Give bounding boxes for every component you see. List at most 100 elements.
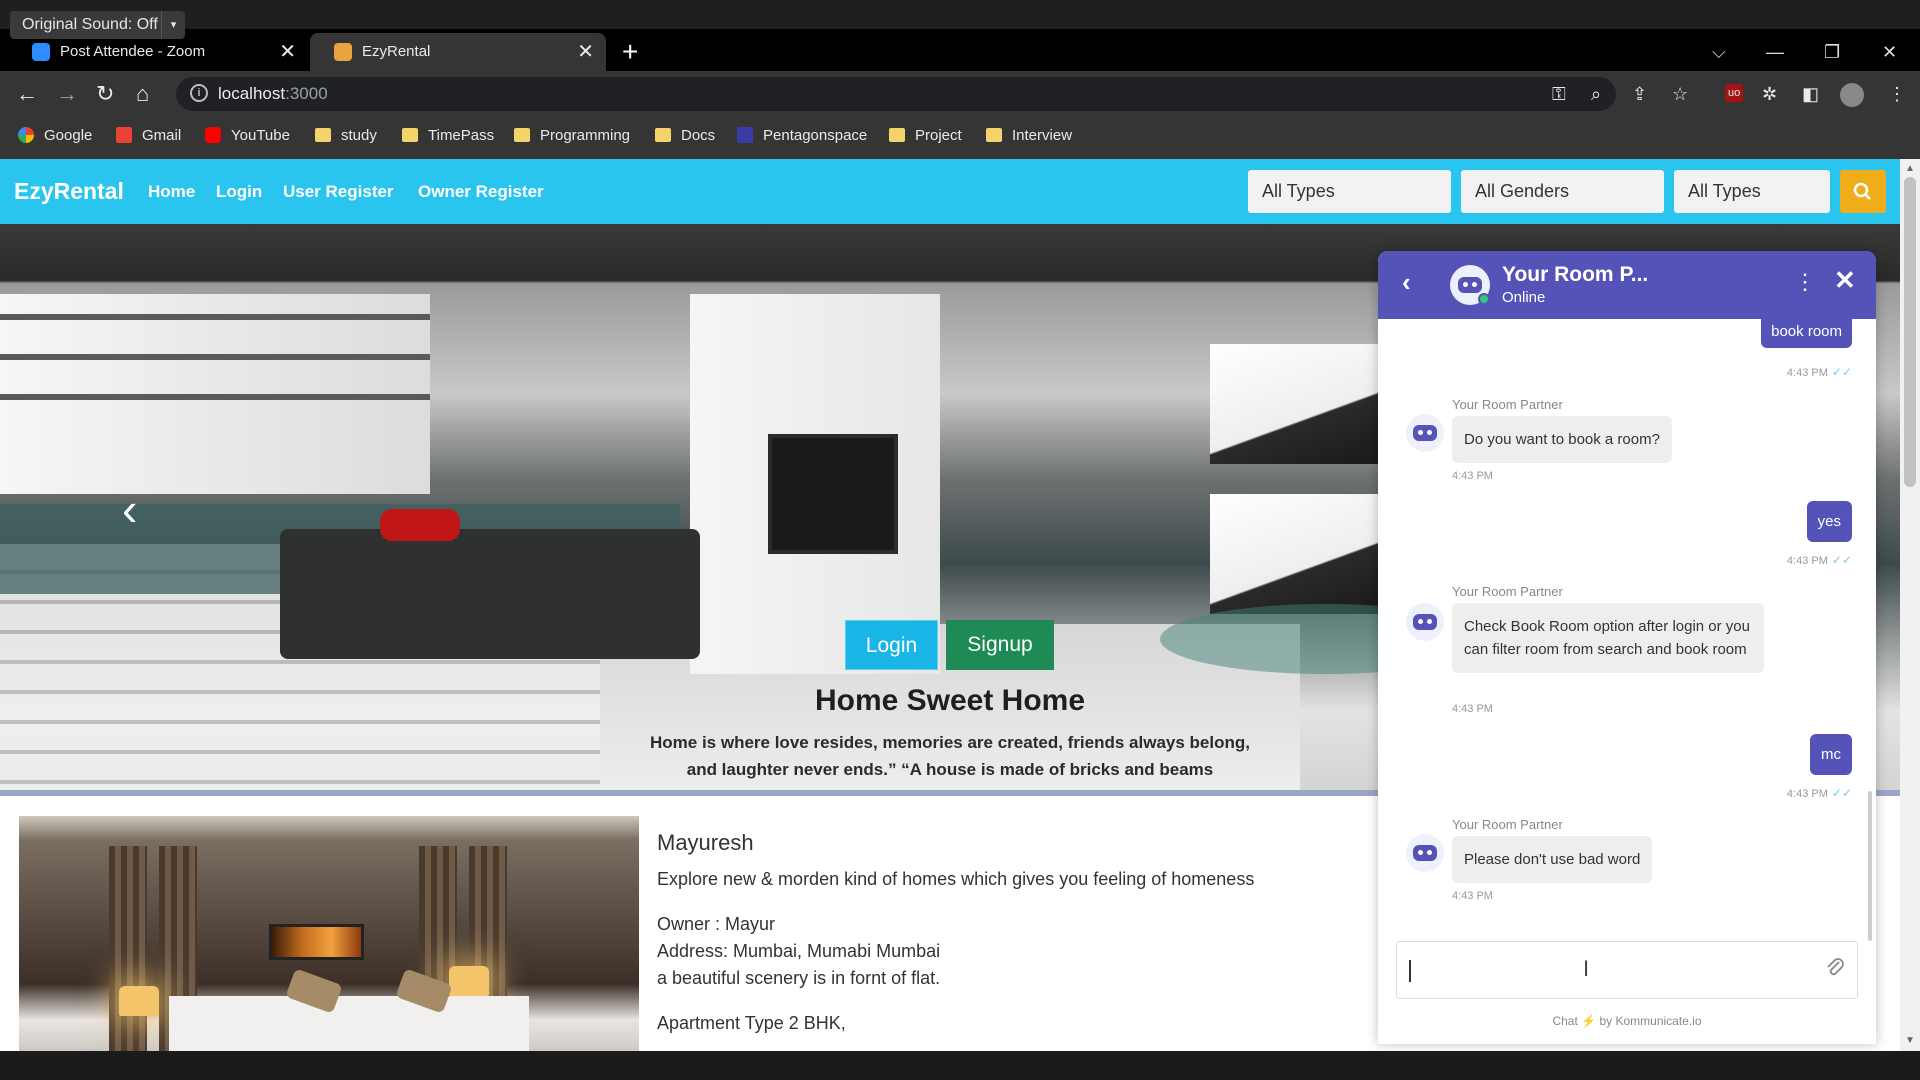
nav-owner-register[interactable]: Owner Register — [418, 159, 544, 224]
bookmark-folder-project[interactable]: Project — [889, 117, 962, 155]
reload-icon[interactable]: ↻ — [96, 71, 114, 117]
nav-user-register[interactable]: User Register — [283, 159, 394, 224]
close-tab-icon[interactable]: ✕ — [279, 33, 296, 71]
forward-icon[interactable]: → — [56, 71, 78, 117]
bot-face-icon — [1458, 277, 1482, 293]
browser-tab-strip: Post Attendee - Zoom ✕ EzyRental ✕ + ⌵ —… — [0, 29, 1920, 71]
message-time: 4:43 PM — [1452, 470, 1493, 482]
ublock-icon[interactable]: uo — [1725, 84, 1744, 102]
scroll-up-icon[interactable]: ▲ — [1905, 163, 1915, 174]
bookmark-gmail[interactable]: Gmail — [116, 117, 181, 155]
search-button[interactable] — [1840, 170, 1886, 213]
online-indicator — [1478, 293, 1490, 305]
user-message: yes — [1806, 501, 1852, 542]
back-icon[interactable]: ← — [16, 71, 38, 117]
password-key-icon[interactable]: ⚿ — [1552, 82, 1566, 106]
bot-eye — [1427, 430, 1432, 435]
bot-sender-name: Your Room Partner — [1452, 817, 1563, 832]
chat-close-icon[interactable]: ✕ — [1834, 265, 1856, 296]
scrollbar-thumb[interactable] — [1904, 177, 1916, 487]
type-filter-select[interactable]: All Types — [1248, 170, 1451, 213]
bookmark-star-icon[interactable]: ☆ — [1672, 82, 1688, 106]
folder-icon — [402, 127, 418, 142]
zoom-icon[interactable]: ⌕ — [1591, 82, 1601, 106]
nav-login[interactable]: Login — [216, 159, 262, 224]
listing-apartment-type: Apartment Type 2 BHK, — [657, 1013, 846, 1033]
share-icon[interactable]: ⇪ — [1632, 82, 1647, 106]
site-navbar: EzyRental Home Login User Register Owner… — [0, 159, 1900, 224]
original-sound-toggle[interactable]: Original Sound: Off ▾ — [10, 11, 185, 39]
hero-login-button[interactable]: Login — [845, 620, 938, 670]
blind-slat — [0, 354, 430, 360]
time-label: 4:43 PM — [1786, 555, 1828, 567]
bookmark-pentagonspace[interactable]: Pentagonspace — [737, 117, 867, 155]
bookmark-folder-docs[interactable]: Docs — [655, 117, 715, 155]
user-message: mc — [1810, 734, 1852, 775]
room-type-filter-select[interactable]: All Types — [1674, 170, 1830, 213]
blind-slat — [0, 394, 430, 400]
brand-logo[interactable]: EzyRental — [14, 159, 124, 224]
read-ticks-icon: ✓✓ — [1831, 553, 1852, 567]
bookmark-label: Gmail — [142, 127, 182, 144]
bookmark-google[interactable]: Google — [18, 117, 92, 155]
site-info-icon[interactable]: i — [190, 84, 208, 102]
bookmarks-bar: Google Gmail YouTube study TimePass Prog… — [0, 117, 1920, 159]
tab-search-icon[interactable]: ⌵ — [1712, 33, 1726, 71]
bookmark-label: Programming — [540, 127, 631, 144]
user-message: book room — [1761, 315, 1852, 348]
close-tab-icon[interactable]: ✕ — [577, 33, 594, 71]
bookmark-label: Docs — [681, 127, 716, 144]
listing-room-image[interactable] — [19, 816, 639, 1051]
chat-message-input[interactable]: I — [1396, 941, 1858, 999]
nav-home[interactable]: Home — [148, 159, 195, 224]
scroll-down-icon[interactable]: ▼ — [1905, 1035, 1915, 1046]
hero-signup-button[interactable]: Signup — [946, 620, 1054, 670]
blind-slat — [0, 314, 430, 320]
tab-ezyrental[interactable]: EzyRental ✕ — [310, 33, 606, 71]
page-scrollbar[interactable]: ▲ ▼ — [1900, 159, 1920, 1051]
address-bar[interactable]: i localhost:3000 — [176, 77, 1616, 111]
restore-button[interactable]: ❐ — [1824, 33, 1840, 71]
bot-message: Do you want to book a room? — [1452, 416, 1672, 463]
bookmark-label: Google — [44, 127, 93, 144]
gender-filter-select[interactable]: All Genders — [1461, 170, 1664, 213]
message-time: 4:43 PM ✓✓ — [1787, 365, 1852, 379]
bookmark-youtube[interactable]: YouTube — [205, 117, 290, 155]
bookmark-label: Pentagonspace — [763, 127, 868, 144]
bot-eye — [1463, 282, 1468, 287]
new-tab-button[interactable]: + — [622, 33, 638, 71]
message-time: 4:43 PM ✓✓ — [1787, 786, 1852, 800]
bookmark-folder-study[interactable]: study — [315, 117, 377, 155]
hero-pillow-image — [380, 509, 460, 541]
sound-dropdown-caret-icon[interactable]: ▾ — [161, 11, 185, 39]
wall-panel — [109, 846, 147, 1051]
paperclip-icon[interactable] — [1825, 956, 1845, 986]
powered-by: Chat ⚡ by Kommunicate.io — [1378, 1014, 1876, 1028]
home-icon[interactable]: ⌂ — [136, 71, 149, 117]
powered-by-link[interactable]: by Kommunicate.io — [1599, 1014, 1701, 1028]
folder-icon — [315, 127, 331, 142]
side-panel-icon[interactable]: ◧ — [1802, 82, 1819, 106]
chat-back-icon[interactable]: ‹ — [1402, 265, 1411, 299]
bookmark-folder-timepass[interactable]: TimePass — [402, 117, 494, 155]
gmail-icon — [116, 126, 132, 143]
browser-menu-icon[interactable]: ⋮ — [1888, 82, 1906, 106]
minimize-button[interactable]: — — [1766, 33, 1784, 71]
lamp-image — [449, 966, 489, 996]
profile-avatar[interactable] — [1840, 83, 1864, 107]
chat-menu-icon[interactable]: ⋮ — [1794, 269, 1816, 295]
bottom-bar — [0, 1051, 1920, 1080]
carousel-prev-icon[interactable]: ‹ — [122, 486, 137, 532]
bot-sender-name: Your Room Partner — [1452, 584, 1563, 599]
bookmark-folder-programming[interactable]: Programming — [514, 117, 630, 155]
chat-scrollbar[interactable] — [1868, 791, 1872, 941]
url-host: localhost — [218, 84, 286, 103]
bookmark-folder-interview[interactable]: Interview — [986, 117, 1072, 155]
tab-title: Post Attendee - Zoom — [60, 43, 206, 60]
fireplace-image — [269, 924, 364, 960]
read-ticks-icon: ✓✓ — [1831, 365, 1852, 379]
extensions-puzzle-icon[interactable]: ✲ — [1762, 82, 1777, 106]
message-time: 4:43 PM ✓✓ — [1787, 553, 1852, 567]
window-close-button[interactable]: ✕ — [1882, 33, 1897, 71]
zoom-favicon-icon — [32, 43, 50, 61]
